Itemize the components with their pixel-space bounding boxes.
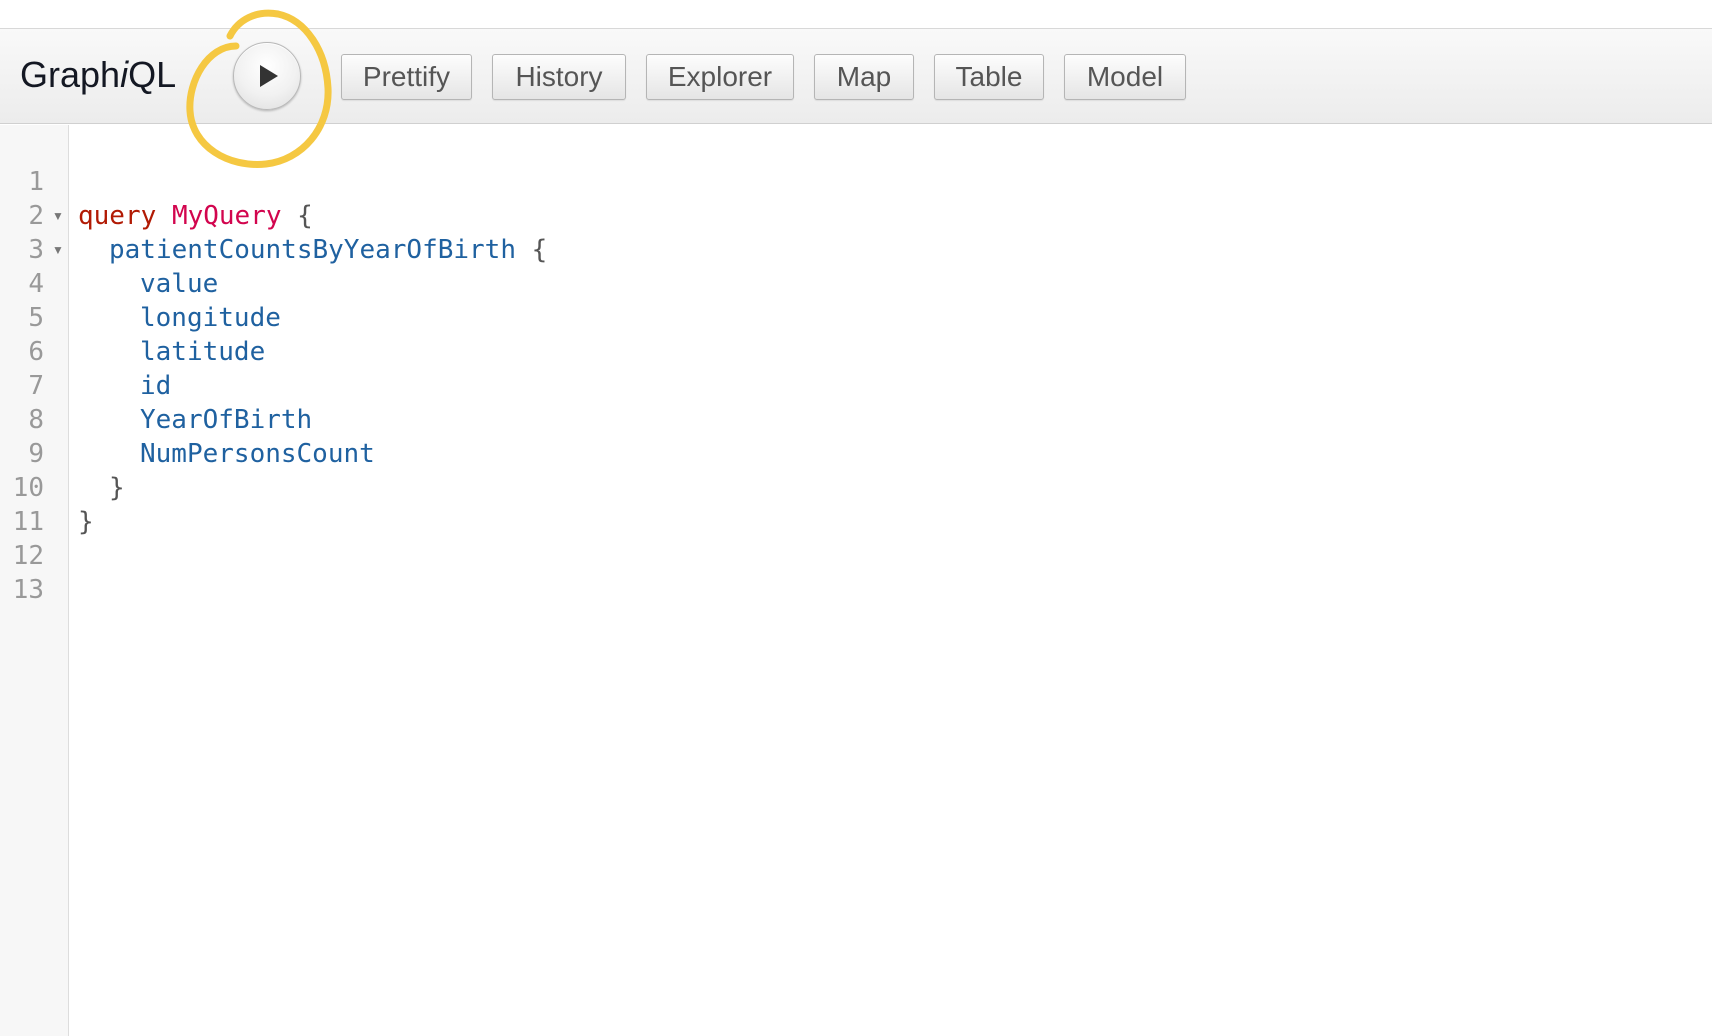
model-button[interactable]: Model bbox=[1064, 54, 1186, 100]
brace-token: { bbox=[531, 235, 548, 265]
run-button-wrap bbox=[233, 42, 301, 110]
window-top-strip bbox=[0, 0, 1712, 29]
code-line-3[interactable]: patientCountsByYearOfBirth { bbox=[109, 233, 547, 267]
explorer-button[interactable]: Explorer bbox=[646, 54, 794, 100]
play-icon bbox=[260, 65, 278, 87]
line-number: 9 bbox=[28, 439, 44, 469]
line-number: 2 bbox=[28, 201, 44, 231]
line-number: 12 bbox=[12, 541, 44, 571]
code-line-4[interactable]: value bbox=[140, 267, 218, 301]
line-number: 8 bbox=[28, 405, 44, 435]
graphiql-logo: GraphiQL bbox=[20, 57, 176, 93]
code-line-2[interactable]: query MyQuery { bbox=[78, 199, 313, 233]
line-number: 13 bbox=[12, 575, 44, 605]
line-number: 4 bbox=[28, 269, 44, 299]
code-line-5[interactable]: longitude bbox=[140, 301, 281, 335]
code-line-8[interactable]: YearOfBirth bbox=[140, 403, 312, 437]
code-line-6[interactable]: latitude bbox=[140, 335, 265, 369]
code-line-10[interactable]: } bbox=[109, 471, 125, 505]
line-number: 6 bbox=[28, 337, 44, 367]
line-number: 7 bbox=[28, 371, 44, 401]
operation-name-token: MyQuery bbox=[171, 201, 282, 231]
brace-token: { bbox=[297, 201, 313, 231]
line-number: 5 bbox=[28, 303, 44, 333]
keyword-token: query bbox=[78, 201, 157, 231]
line-number: 11 bbox=[12, 507, 44, 537]
execute-query-button[interactable] bbox=[233, 42, 301, 110]
line-number: 3 bbox=[28, 235, 44, 265]
brand-suffix: QL bbox=[128, 54, 177, 95]
map-button[interactable]: Map bbox=[814, 54, 914, 100]
prettify-button[interactable]: Prettify bbox=[341, 54, 472, 100]
history-button[interactable]: History bbox=[492, 54, 626, 100]
line-number: 1 bbox=[28, 167, 44, 197]
fold-arrow-icon[interactable]: ▼ bbox=[52, 199, 64, 233]
line-number-gutter: 1 2 ▼ 3 ▼ 4 5 6 7 8 9 10 11 12 13 bbox=[0, 125, 69, 1036]
toolbar: GraphiQL Prettify History Explorer Map T… bbox=[0, 29, 1712, 124]
table-button[interactable]: Table bbox=[934, 54, 1044, 100]
code-line-11[interactable]: } bbox=[78, 505, 94, 539]
brand-italic: i bbox=[120, 54, 129, 95]
code-line-7[interactable]: id bbox=[140, 369, 171, 403]
code-line-9[interactable]: NumPersonsCount bbox=[140, 437, 375, 471]
line-number: 10 bbox=[12, 473, 44, 503]
brand-prefix: Graph bbox=[20, 54, 121, 95]
graphiql-app: GraphiQL Prettify History Explorer Map T… bbox=[0, 0, 1712, 1036]
field-token: patientCountsByYearOfBirth bbox=[109, 235, 516, 265]
fold-arrow-icon[interactable]: ▼ bbox=[52, 233, 64, 267]
